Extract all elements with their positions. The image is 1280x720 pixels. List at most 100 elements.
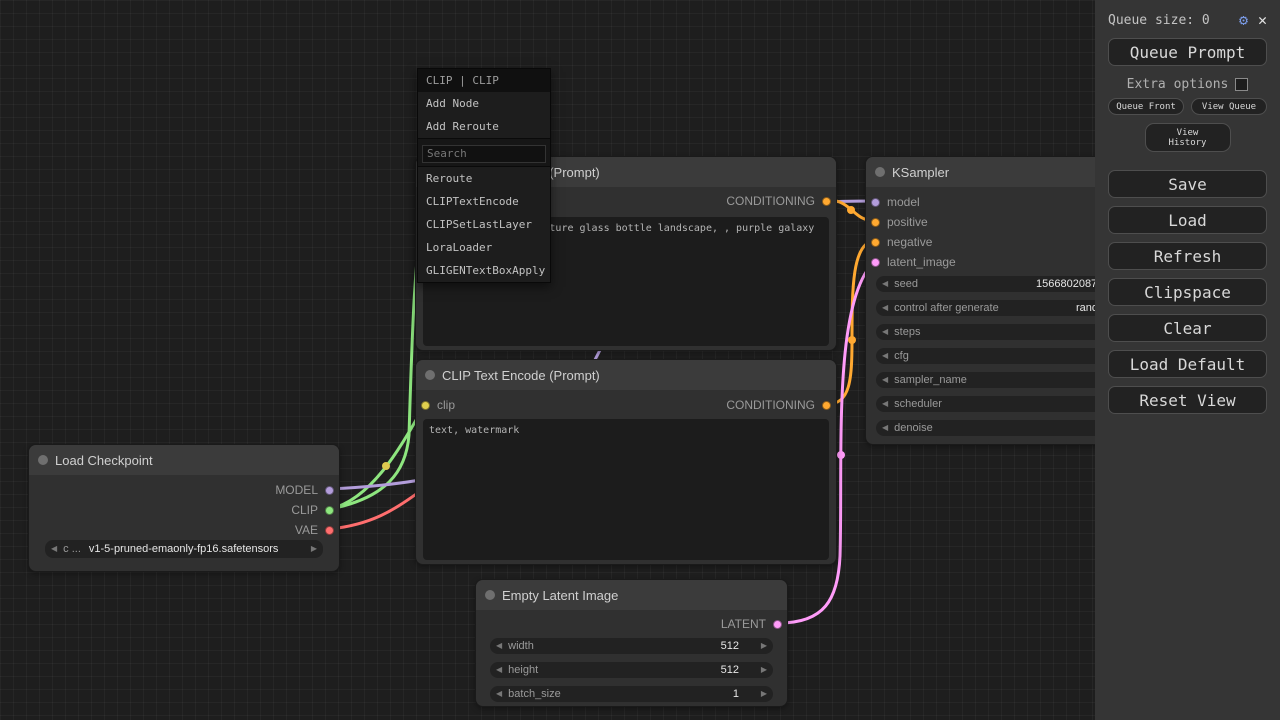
- node-clip-text-encode-bottom[interactable]: CLIP Text Encode (Prompt) clip CONDITION…: [415, 359, 837, 565]
- widget-value: 512: [721, 638, 739, 654]
- widget-value: 1566802087: [1036, 276, 1097, 292]
- decrement-arrow-icon[interactable]: ◀: [876, 300, 894, 316]
- input-slot-positive: positive: [866, 214, 928, 230]
- decrement-arrow-icon[interactable]: ◀: [876, 420, 894, 436]
- slot-label: latent_image: [887, 255, 956, 269]
- widget-label: width: [508, 638, 534, 654]
- widget-height[interactable]: ◀ height 512 ▶: [490, 662, 773, 678]
- widget-value: 1: [733, 686, 739, 702]
- menu-search-input[interactable]: [422, 145, 546, 163]
- menu-item-loraloader[interactable]: LoraLoader: [418, 236, 550, 259]
- widget-label: control after generate: [894, 300, 999, 316]
- clear-button[interactable]: Clear: [1108, 314, 1267, 342]
- node-collapse-dot[interactable]: [875, 167, 885, 177]
- node-title: CLIP Text Encode (Prompt): [442, 368, 600, 383]
- vae-output-dot[interactable]: [325, 526, 334, 535]
- clipspace-button[interactable]: Clipspace: [1108, 278, 1267, 306]
- widget-label: seed: [894, 276, 918, 292]
- increment-arrow-icon[interactable]: ▶: [755, 662, 773, 678]
- view-queue-button[interactable]: View Queue: [1191, 98, 1267, 115]
- output-slot-vae: VAE: [295, 522, 339, 538]
- clip-output-dot[interactable]: [325, 506, 334, 515]
- decrement-arrow-icon[interactable]: ◀: [876, 396, 894, 412]
- node-collapse-dot[interactable]: [425, 370, 435, 380]
- decrement-arrow-icon[interactable]: ◀: [876, 324, 894, 340]
- input-slot-negative: negative: [866, 234, 932, 250]
- increment-arrow-icon[interactable]: ▶: [755, 638, 773, 654]
- negative-input-dot[interactable]: [871, 238, 880, 247]
- node-collapse-dot[interactable]: [485, 590, 495, 600]
- node-load-checkpoint[interactable]: Load Checkpoint MODEL CLIP VAE ◀ c ... v…: [28, 444, 340, 572]
- input-slot-latent-image: latent_image: [866, 254, 956, 270]
- node-header[interactable]: Empty Latent Image: [476, 580, 787, 610]
- widget-width[interactable]: ◀ width 512 ▶: [490, 638, 773, 654]
- slot-label: clip: [437, 398, 455, 412]
- extra-options-row: Extra options: [1108, 76, 1267, 92]
- widget-label: sampler_name: [894, 372, 967, 388]
- widget-ckpt-name[interactable]: ◀ c ... v1-5-pruned-emaonly-fp16.safeten…: [45, 540, 323, 558]
- widget-batch-size[interactable]: ◀ batch_size 1 ▶: [490, 686, 773, 702]
- slot-label: VAE: [295, 523, 318, 537]
- decrement-arrow-icon[interactable]: ◀: [876, 372, 894, 388]
- decrement-arrow-icon[interactable]: ◀: [876, 276, 894, 292]
- output-slot-clip: CLIP: [291, 502, 339, 518]
- menu-item-cliptextencode[interactable]: CLIPTextEncode: [418, 190, 550, 213]
- widget-label: cfg: [894, 348, 909, 364]
- view-history-button[interactable]: View History: [1145, 123, 1231, 152]
- extra-options-label: Extra options: [1127, 77, 1229, 92]
- decrement-arrow-icon[interactable]: ◀: [490, 662, 508, 678]
- save-button[interactable]: Save: [1108, 170, 1267, 198]
- latent-input-dot[interactable]: [871, 258, 880, 267]
- widget-label: scheduler: [894, 396, 942, 412]
- menu-item-add-node[interactable]: Add Node: [418, 92, 550, 115]
- node-title: Empty Latent Image: [502, 588, 618, 603]
- sidebar-header: Queue size: 0 ⚙ ✕: [1108, 8, 1267, 32]
- model-output-dot[interactable]: [325, 486, 334, 495]
- decrement-arrow-icon[interactable]: ◀: [45, 541, 63, 557]
- widget-label: height: [508, 662, 538, 678]
- comfyui-app: CLIP Text Encode (Prompt) clip CONDITION…: [0, 0, 1280, 720]
- conditioning-output-dot[interactable]: [822, 401, 831, 410]
- input-slot-model: model: [866, 194, 920, 210]
- node-header[interactable]: Load Checkpoint: [29, 445, 339, 475]
- slot-label: CONDITIONING: [726, 398, 815, 412]
- menu-item-clipsetlastlayer[interactable]: CLIPSetLastLayer: [418, 213, 550, 236]
- widget-label: batch_size: [508, 686, 561, 702]
- menu-item-reroute[interactable]: Reroute: [418, 167, 550, 190]
- slot-label: CLIP: [291, 503, 318, 517]
- widget-value: v1-5-pruned-emaonly-fp16.safetensors: [89, 541, 279, 557]
- prompt-textarea[interactable]: text, watermark: [423, 419, 829, 560]
- slot-label: LATENT: [721, 617, 766, 631]
- queue-front-button[interactable]: Queue Front: [1108, 98, 1184, 115]
- latent-output-dot[interactable]: [773, 620, 782, 629]
- queue-buttons-row: Queue Front View Queue: [1108, 98, 1267, 115]
- load-default-button[interactable]: Load Default: [1108, 350, 1267, 378]
- decrement-arrow-icon[interactable]: ◀: [876, 348, 894, 364]
- widget-label: steps: [894, 324, 920, 340]
- increment-arrow-icon[interactable]: ▶: [305, 541, 323, 557]
- node-collapse-dot[interactable]: [38, 455, 48, 465]
- close-icon[interactable]: ✕: [1258, 11, 1267, 29]
- extra-options-checkbox[interactable]: [1235, 78, 1248, 91]
- output-slot-conditioning: CONDITIONING: [726, 397, 836, 413]
- increment-arrow-icon[interactable]: ▶: [755, 686, 773, 702]
- load-button[interactable]: Load: [1108, 206, 1267, 234]
- clip-input-dot[interactable]: [421, 401, 430, 410]
- queue-prompt-button[interactable]: Queue Prompt: [1108, 38, 1267, 66]
- node-title: Load Checkpoint: [55, 453, 153, 468]
- reset-view-button[interactable]: Reset View: [1108, 386, 1267, 414]
- decrement-arrow-icon[interactable]: ◀: [490, 638, 508, 654]
- positive-input-dot[interactable]: [871, 218, 880, 227]
- node-empty-latent-image[interactable]: Empty Latent Image LATENT ◀ width 512 ▶ …: [475, 579, 788, 707]
- refresh-button[interactable]: Refresh: [1108, 242, 1267, 270]
- node-header[interactable]: CLIP Text Encode (Prompt): [416, 360, 836, 390]
- conditioning-output-dot[interactable]: [822, 197, 831, 206]
- settings-gear-icon[interactable]: ⚙: [1239, 11, 1248, 29]
- menu-item-add-reroute[interactable]: Add Reroute: [418, 115, 550, 138]
- menu-item-gligentextboxapply[interactable]: GLIGENTextBoxApply: [418, 259, 550, 282]
- decrement-arrow-icon[interactable]: ◀: [490, 686, 508, 702]
- node-title: KSampler: [892, 165, 949, 180]
- output-slot-conditioning: CONDITIONING: [726, 193, 836, 209]
- output-slot-model: MODEL: [275, 482, 339, 498]
- model-input-dot[interactable]: [871, 198, 880, 207]
